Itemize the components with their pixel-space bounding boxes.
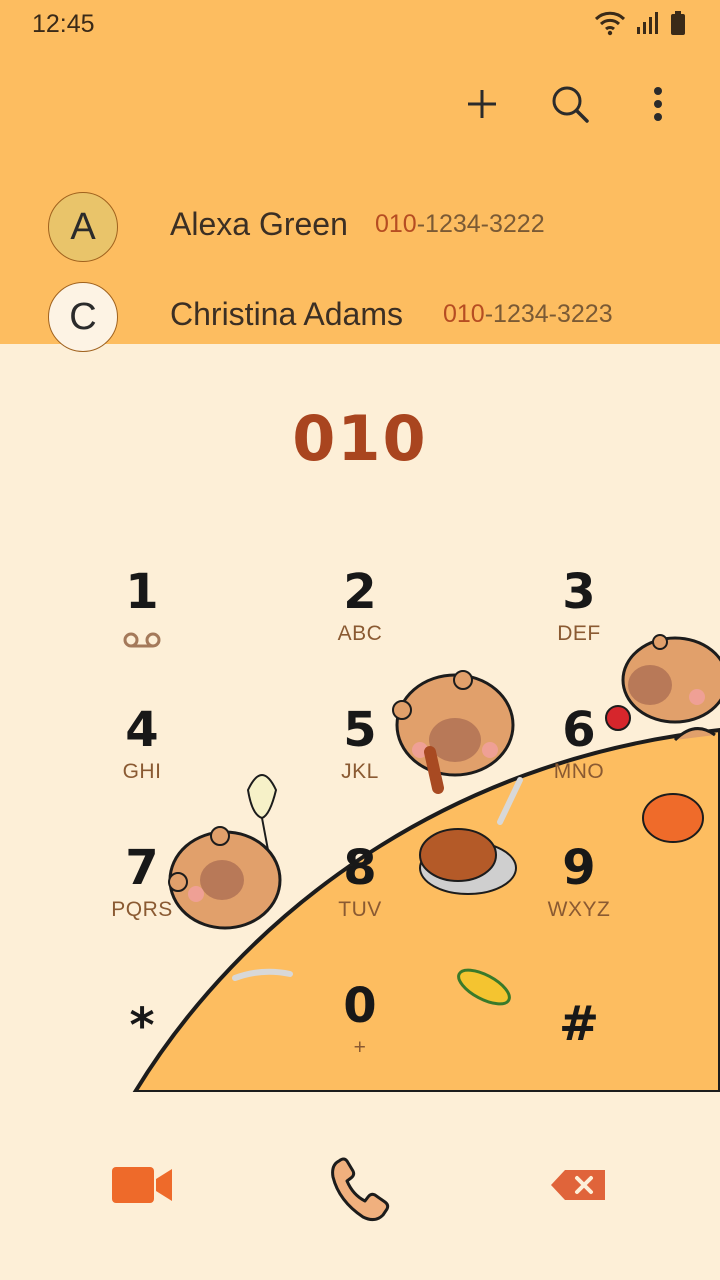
key-digit: 6 [562,702,596,758]
contact-suggestion[interactable]: A Alexa Green 010-1234-3222 [0,188,720,268]
key-digit: 0 [343,978,377,1034]
key-letters: MNO [553,760,605,783]
dialed-number: 010 [292,402,428,475]
avatar: C [48,282,118,352]
header-area: 12:45 A Alexa Green 010-1234-3222 C Chri… [0,0,720,352]
plus-icon [468,90,496,118]
add-contact-button[interactable] [460,82,504,126]
number-match: 010 [375,210,417,238]
signal-icon [637,12,658,34]
status-time: 12:45 [32,10,95,38]
phone-call-icon [331,1157,390,1222]
key-3[interactable]: 3 DEF [479,564,679,684]
contact-name: Alexa Green [170,206,348,242]
key-letters: WXYZ [547,898,611,921]
key-letters: GHI [122,760,162,783]
call-button[interactable] [318,1148,402,1232]
key-digit: 5 [343,702,377,758]
key-letters: JKL [341,760,379,783]
number-match: 010 [443,300,485,328]
key-0[interactable]: 0 + [260,978,460,1098]
key-digit: 3 [562,564,596,620]
number-rest: -1234-3222 [416,210,545,238]
backspace-icon [551,1170,605,1200]
key-8[interactable]: 8 TUV [260,840,460,960]
key-4[interactable]: 4 GHI [42,702,242,822]
toolbar [460,82,680,126]
key-letters: ABC [337,622,383,645]
key-digit: # [558,996,600,1052]
contact-suggestion[interactable]: C Christina Adams 010-1234-3223 [0,278,720,358]
wifi-icon [594,11,626,36]
backspace-button[interactable] [536,1152,620,1218]
key-2[interactable]: 2 ABC [260,564,460,684]
contact-name: Christina Adams [170,296,403,332]
key-letters: PQRS [111,898,173,921]
key-5[interactable]: 5 JKL [260,702,460,822]
key-digit: 9 [562,840,596,896]
key-letters: DEF [557,622,601,645]
action-bar [0,1092,720,1280]
key-digit: 4 [125,702,159,758]
key-digit: 7 [125,840,159,896]
video-call-icon [112,1167,172,1203]
key-letters: + [353,1036,367,1059]
voicemail-icon [123,632,161,648]
key-letters: TUV [338,898,382,921]
key-digit: 8 [343,840,377,896]
key-9[interactable]: 9 WXYZ [479,840,679,960]
key-digit: 2 [343,564,377,620]
search-icon [552,86,589,123]
search-button[interactable] [548,82,592,126]
contact-number: 010-1234-3222 [375,210,545,239]
number-rest: -1234-3223 [484,300,613,328]
key-7[interactable]: 7 PQRS [42,840,242,960]
more-vertical-icon [654,87,662,121]
key-digit: * [129,998,155,1054]
key-1[interactable]: 1 [42,564,242,684]
battery-icon [671,11,685,35]
video-call-button[interactable] [100,1152,184,1218]
status-icons [594,10,686,36]
avatar: A [48,192,118,262]
key-6[interactable]: 6 MNO [479,702,679,822]
contact-number: 010-1234-3223 [443,300,613,329]
more-options-button[interactable] [636,82,680,126]
key-digit: 1 [125,564,159,620]
